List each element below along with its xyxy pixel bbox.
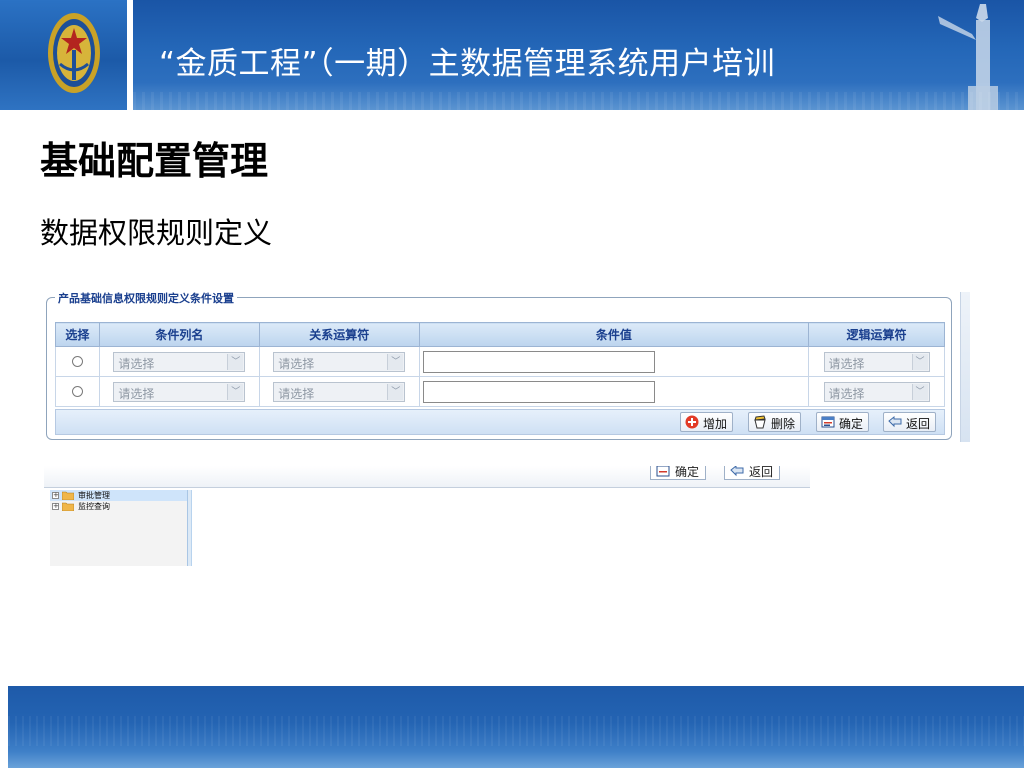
add-button[interactable]: 增加: [680, 412, 734, 432]
grid-toolbar: 增加 删除 确定 返回: [55, 409, 945, 435]
col-header-value: 条件值: [418, 322, 810, 347]
back-arrow-icon: [888, 415, 902, 428]
chevron-down-icon[interactable]: ﹀: [387, 383, 404, 400]
tree-item-approval[interactable]: + 审批管理: [50, 490, 190, 501]
confirm-button[interactable]: 确定: [816, 412, 870, 432]
condition-grid: 选择 条件列名 关系运算符 条件值 逻辑运算符 请选择 ﹀ 请选择 ﹀ 请选择 ﹀ 请…: [55, 322, 945, 407]
nav-tree: + 审批管理 + 监控查询: [50, 490, 192, 566]
confirm-icon: [821, 416, 835, 428]
row-select-radio[interactable]: [71, 385, 83, 397]
logic-operator-select[interactable]: 请选择 ﹀: [823, 351, 930, 372]
col-header-column-name: 条件列名: [98, 322, 260, 347]
chevron-down-icon[interactable]: ﹀: [911, 383, 928, 400]
back-arrow-icon: [730, 466, 744, 477]
panel-legend: 产品基础信息权限规则定义条件设置: [55, 290, 237, 306]
table-row: 请选择 ﹀ 请选择 ﹀ 请选择 ﹀: [55, 376, 945, 407]
operator-select[interactable]: 请选择 ﹀: [273, 351, 406, 372]
folder-icon: [62, 502, 74, 511]
folder-icon: [62, 491, 74, 500]
secondary-confirm-button[interactable]: 确定: [650, 466, 707, 480]
logic-operator-select[interactable]: 请选择 ﹀: [823, 381, 930, 402]
chevron-down-icon[interactable]: ﹀: [911, 353, 928, 370]
confirm-icon: [656, 466, 670, 477]
row-select-radio[interactable]: [71, 355, 83, 367]
scrollbar-strip[interactable]: [960, 292, 970, 442]
condition-value-input[interactable]: [422, 380, 655, 403]
delete-button[interactable]: 删除: [748, 412, 802, 432]
col-header-select: 选择: [55, 322, 100, 347]
header-title: “金质工程”（一期）主数据管理系统用户培训: [159, 46, 776, 82]
secondary-screenshot: 确定 返回 + 审批管理 + 监控查询: [44, 466, 810, 566]
national-emblem-icon: [48, 13, 100, 93]
tree-splitter[interactable]: [187, 490, 191, 566]
column-name-select[interactable]: 请选择 ﹀: [113, 351, 246, 372]
condition-settings-panel: 产品基础信息权限规则定义条件设置 选择 条件列名 关系运算符 条件值 逻辑运算符…: [46, 290, 952, 440]
col-header-operator: 关系运算符: [258, 322, 420, 347]
chevron-down-icon[interactable]: ﹀: [227, 383, 244, 400]
column-name-select[interactable]: 请选择 ﹀: [113, 381, 246, 402]
operator-select[interactable]: 请选择 ﹀: [273, 381, 406, 402]
delete-icon: [754, 415, 766, 429]
expand-icon[interactable]: +: [52, 492, 59, 499]
secondary-back-button[interactable]: 返回: [724, 466, 781, 480]
expand-icon[interactable]: +: [52, 503, 59, 510]
table-row: 请选择 ﹀ 请选择 ﹀ 请选择 ﹀: [55, 346, 945, 377]
back-button[interactable]: 返回: [883, 412, 937, 432]
title-band: “金质工程”（一期）主数据管理系统用户培训: [133, 0, 1024, 110]
slide-footer: [8, 686, 1024, 768]
chevron-down-icon[interactable]: ﹀: [387, 353, 404, 370]
huabiao-column-icon: [938, 4, 998, 110]
secondary-toolbar: 确定 返回: [44, 466, 810, 488]
page-title: 基础配置管理: [40, 138, 269, 183]
slide-header: “金质工程”（一期）主数据管理系统用户培训: [0, 0, 1024, 110]
page-subtitle: 数据权限规则定义: [40, 216, 273, 250]
col-header-logic: 逻辑运算符: [808, 322, 945, 347]
grid-header-row: 选择 条件列名 关系运算符 条件值 逻辑运算符: [55, 322, 945, 347]
plus-circle-icon: [685, 415, 699, 429]
chevron-down-icon[interactable]: ﹀: [227, 353, 244, 370]
tree-item-monitoring[interactable]: + 监控查询: [50, 501, 190, 512]
condition-value-input[interactable]: [422, 350, 655, 373]
emblem-panel: [0, 0, 127, 110]
